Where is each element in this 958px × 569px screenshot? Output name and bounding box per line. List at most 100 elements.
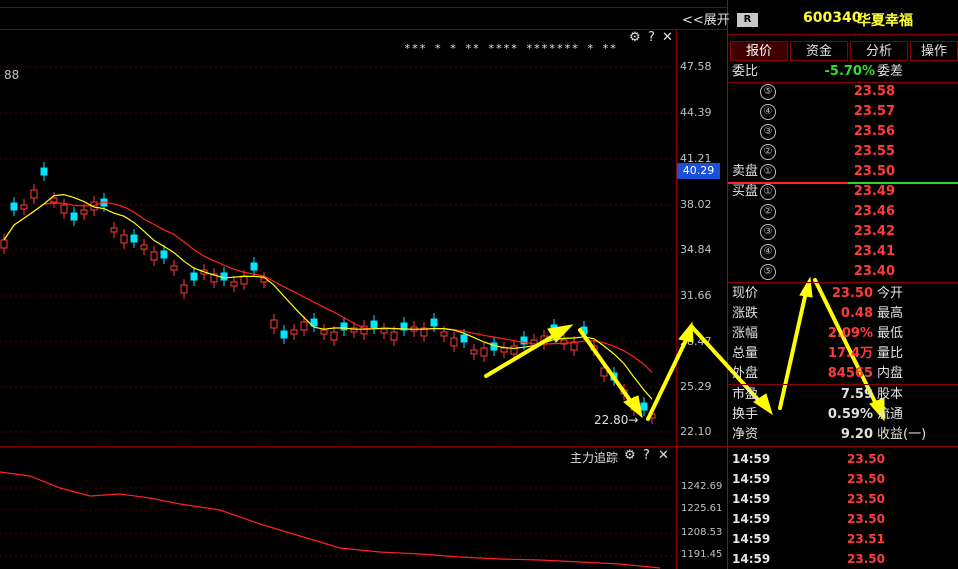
candle	[340, 322, 348, 331]
indicator-settings-icon[interactable]: ⚙	[624, 448, 636, 463]
candle	[130, 234, 138, 243]
candle	[270, 319, 278, 329]
indicator-divider	[0, 446, 728, 447]
candle	[370, 320, 378, 329]
indicator-axis-label: 1208.53	[681, 527, 723, 538]
candle	[250, 262, 258, 271]
tick-price: 23.50	[847, 512, 885, 526]
candle	[290, 329, 298, 335]
price-axis-label: 25.29	[680, 380, 712, 393]
tick-price: 23.50	[847, 492, 885, 506]
quote-label: 现价	[732, 286, 759, 301]
quote-label: 净资	[732, 427, 759, 442]
ask-level-icon: ①	[760, 164, 776, 180]
price-axis-label: 28.47	[680, 335, 712, 348]
tab-analysis[interactable]: 分析	[850, 41, 908, 61]
ask-bid-divider-green	[848, 182, 958, 184]
low-price-label: 22.80→	[594, 413, 638, 427]
candle	[300, 321, 308, 331]
current-price-badge: 40.29	[677, 163, 720, 179]
candle	[430, 318, 438, 327]
candle	[10, 202, 18, 211]
candlestick-chart[interactable]	[0, 30, 676, 445]
candle	[600, 367, 608, 377]
tick-time: 14:59	[732, 512, 771, 526]
candle	[648, 413, 656, 419]
candle	[220, 272, 228, 281]
ma5-line	[3, 193, 653, 400]
tick-time: 14:59	[732, 472, 771, 486]
quote-label: 涨幅	[732, 326, 759, 341]
candle	[550, 324, 558, 333]
ask-price: 23.58	[853, 84, 895, 99]
candle	[50, 197, 58, 203]
bid-level-icon: ④	[760, 244, 776, 260]
chart-top-border	[0, 7, 728, 8]
buy-label: 买盘	[732, 184, 759, 199]
price-axis-label: 22.10	[680, 425, 712, 438]
indicator-axis-label: 1242.69	[681, 481, 723, 492]
ask-price: 23.50	[853, 164, 895, 179]
weibi-label: 委比	[732, 64, 759, 79]
ma10-line	[3, 201, 653, 374]
candle	[190, 272, 198, 281]
quote-value: 17.4万	[827, 346, 873, 361]
candle	[610, 372, 618, 381]
expand-button[interactable]: <<展开	[682, 9, 730, 28]
candle	[450, 337, 458, 347]
stock-badge: R	[737, 13, 758, 27]
tick-time: 14:59	[732, 452, 771, 466]
indicator-axis-label: 1191.45	[681, 549, 723, 560]
quote-value: 84565	[827, 366, 873, 381]
header-divider	[728, 34, 958, 35]
quote-value: 9.20	[840, 427, 873, 442]
bid-price: 23.42	[853, 224, 895, 239]
bid-price: 23.49	[853, 184, 895, 199]
tab-operate[interactable]: 操作	[910, 41, 958, 61]
indicator-help-icon[interactable]: ?	[643, 448, 650, 463]
weibi-value: -5.70%	[824, 64, 876, 79]
bid-level-icon: ③	[760, 224, 776, 240]
tick-price: 23.50	[847, 452, 885, 466]
price-axis-label: 31.66	[680, 289, 712, 302]
candle	[480, 347, 488, 357]
candle	[110, 227, 118, 233]
quote-label-2: 股本	[877, 387, 904, 402]
bid-level-icon: ⑤	[760, 264, 776, 280]
indicator-chart[interactable]	[0, 464, 676, 569]
bid-level-icon: ②	[760, 204, 776, 220]
tab-quote[interactable]: 报价	[730, 41, 788, 61]
price-axis-label: 47.58	[680, 60, 712, 73]
quote-value: 0.59%	[827, 407, 873, 422]
ask-level-icon: ②	[760, 144, 776, 160]
quote-label: 涨跌	[732, 306, 759, 321]
quote-label-2: 内盘	[877, 366, 904, 381]
candle	[160, 250, 168, 259]
candle	[510, 345, 518, 355]
candle	[80, 209, 88, 215]
axis-divider	[676, 29, 677, 569]
quote-label: 总量	[732, 346, 759, 361]
indicator-line	[0, 471, 661, 569]
quote-label-2: 今开	[877, 286, 904, 301]
candle	[440, 331, 448, 337]
quote-label: 外盘	[732, 366, 759, 381]
price-axis-label: 38.02	[680, 198, 712, 211]
orderbook-divider	[728, 282, 958, 283]
bid-price: 23.46	[853, 204, 895, 219]
tick-time: 14:59	[732, 492, 771, 506]
ask-level-icon: ③	[760, 124, 776, 140]
quote-value: 23.50	[831, 286, 873, 301]
candle	[500, 347, 508, 353]
ask-price: 23.55	[853, 144, 895, 159]
tab-funds[interactable]: 资金	[790, 41, 848, 61]
ask-level-icon: ④	[760, 104, 776, 120]
ticks-divider	[728, 446, 958, 447]
candle	[70, 212, 78, 221]
candle	[40, 167, 48, 176]
indicator-close-icon[interactable]: ✕	[658, 448, 669, 463]
candle	[280, 330, 288, 339]
stock-name: 华夏幸福	[857, 13, 913, 29]
candle	[20, 204, 28, 210]
tick-price: 23.50	[847, 472, 885, 486]
